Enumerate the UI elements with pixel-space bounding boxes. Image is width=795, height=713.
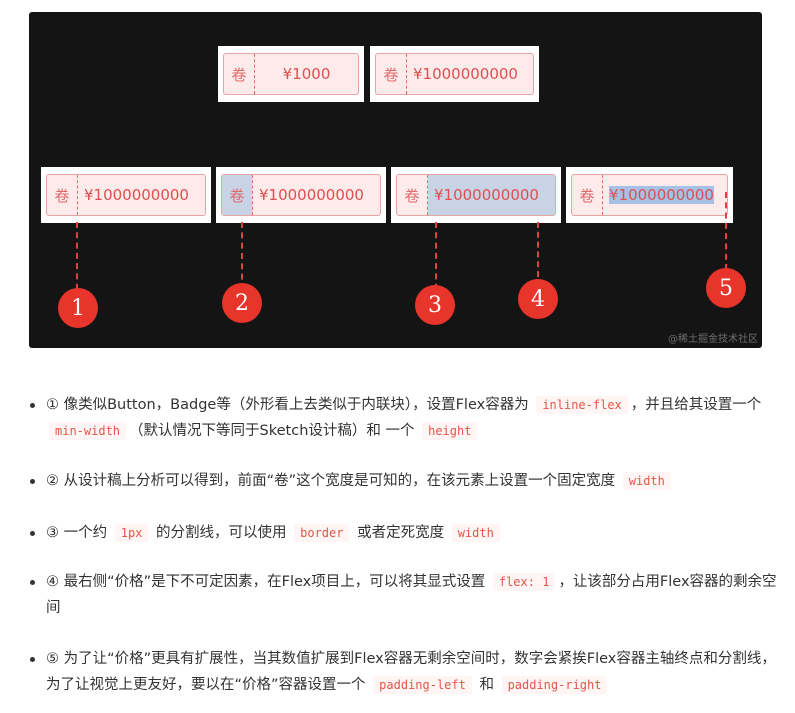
list-item-text: ① 像类似Button，Badge等（外形看上去类似于内联块），设置Flex容器…	[46, 397, 534, 413]
inline-code: min-width	[49, 422, 127, 440]
coupon-tag: 卷	[383, 65, 399, 84]
coupon-tag: 卷	[579, 186, 595, 205]
coupon-tag: 卷	[231, 65, 247, 84]
list-item: ③ 一个约 1px 的分割线，可以使用 border 或者定死宽度 width	[29, 520, 779, 546]
coupon-price-text: ¥1000000000	[84, 186, 189, 204]
coupon-price-text: ¥1000000000	[609, 186, 714, 204]
coupon-card-text-highlight: 卷 ¥1000000000	[566, 167, 733, 223]
coupon-price-text: ¥1000000000	[434, 186, 539, 204]
coupon-tag: 卷	[222, 175, 252, 215]
coupon-card-plain: 卷 ¥1000000000	[41, 167, 211, 223]
coupon-price: ¥1000000000	[603, 175, 727, 215]
list-item-text: ④ 最右侧“价格”是下不可定因素，在Flex项目上，可以将其显式设置	[46, 574, 490, 590]
coupon-tag: 卷	[54, 186, 70, 205]
marker-2: 2	[222, 283, 262, 323]
guide-line-4	[537, 222, 539, 277]
list-item-text: （默认情况下等同于Sketch设计稿）和 一个	[129, 423, 420, 439]
coupon-price: ¥1000000000	[407, 54, 533, 94]
marker-5: 5	[706, 268, 746, 308]
guide-line-2	[241, 222, 243, 290]
marker-4: 4	[518, 279, 558, 319]
list-item-text: 的分割线，可以使用	[151, 525, 292, 541]
inline-code: border	[294, 524, 350, 542]
watermark: @稀土掘金技术社区	[668, 334, 758, 345]
inline-code: 1px	[114, 524, 149, 542]
coupon-price: ¥1000000000	[253, 175, 380, 215]
list-item-text: ② 从设计稿上分析可以得到，前面“卷”这个宽度是可知的，在该元素上设置一个固定宽…	[46, 473, 620, 489]
coupon-price: ¥1000	[255, 54, 358, 94]
coupon: 卷 ¥1000000000	[375, 53, 534, 95]
coupon: 卷 ¥1000000000	[46, 174, 206, 216]
inline-code: width	[451, 524, 500, 542]
coupon-card-price-highlight: 卷 ¥1000000000	[391, 167, 561, 223]
inline-code: inline-flex	[536, 396, 628, 414]
coupon-diagram-figure: 卷 ¥1000 卷 ¥1000000000 卷 ¥1000000000 卷 ¥1…	[29, 12, 762, 348]
list-item-text: 和	[474, 677, 499, 693]
list-item-text: 或者定死宽度	[352, 525, 449, 541]
list-item: ② 从设计稿上分析可以得到，前面“卷”这个宽度是可知的，在该元素上设置一个固定宽…	[29, 468, 779, 494]
coupon-price-text: ¥1000000000	[259, 186, 364, 204]
inline-code: padding-right	[501, 676, 608, 694]
list-item-text: ③ 一个约	[46, 525, 112, 541]
coupon: 卷 ¥1000000000	[221, 174, 381, 216]
guide-line-5	[725, 192, 727, 270]
coupon: 卷 ¥1000	[223, 53, 359, 95]
marker-1: 1	[58, 288, 98, 328]
coupon-price-text: ¥1000	[282, 65, 331, 83]
coupon-card-tag-highlight: 卷 ¥1000000000	[216, 167, 386, 223]
inline-code: padding-left	[373, 676, 472, 694]
coupon-price: ¥1000000000	[78, 175, 205, 215]
coupon-card-long: 卷 ¥1000000000	[370, 46, 539, 102]
list-item-text: ，并且给其设置一个	[630, 397, 762, 413]
coupon: 卷 ¥1000000000	[571, 174, 728, 216]
inline-code: flex: 1	[492, 573, 556, 591]
list-item: ⑤ 为了让“价格”更具有扩展性，当其数值扩展到Flex容器无剩余空间时，数字会紧…	[29, 646, 779, 698]
coupon-price: ¥1000000000	[428, 175, 555, 215]
marker-3: 3	[415, 285, 455, 325]
coupon: 卷 ¥1000000000	[396, 174, 556, 216]
coupon-tag: 卷	[404, 186, 420, 205]
coupon-card-short: 卷 ¥1000	[218, 46, 364, 102]
list-item: ④ 最右侧“价格”是下不可定因素，在Flex项目上，可以将其显式设置 flex:…	[29, 569, 779, 621]
coupon-price-text: ¥1000000000	[413, 65, 518, 83]
inline-code: height	[422, 422, 478, 440]
inline-code: width	[622, 472, 671, 490]
list-item: ① 像类似Button，Badge等（外形看上去类似于内联块），设置Flex容器…	[29, 392, 779, 444]
